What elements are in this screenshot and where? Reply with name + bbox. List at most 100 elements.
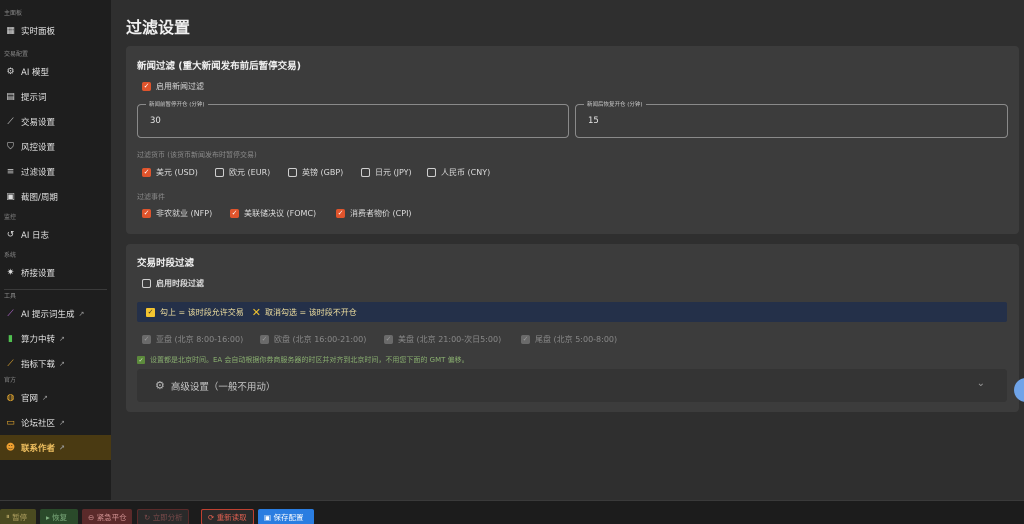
reload-icon: ⟳	[208, 512, 215, 522]
image-icon: ▣	[6, 191, 15, 202]
checkbox-checked-icon: ✓	[142, 82, 151, 91]
checkbox-disabled-icon: ✓	[260, 335, 269, 344]
event-checkbox-nfp[interactable]: ✓ 非农就业 (NFP)	[142, 208, 230, 219]
sidebar: 主面板 ▦ 实时面板 交易配置 ⚙ AI 模型 ▤ 提示词 ⟋ 交易设置 ⛉ 风控设置 ≡…	[0, 0, 111, 500]
check-icon: ✓	[137, 356, 145, 364]
checkbox-unchecked-icon	[361, 168, 370, 177]
document-icon: ▤	[6, 91, 15, 102]
checkbox-disabled-icon: ✓	[142, 335, 151, 344]
sidebar-item-indicator-download[interactable]: ⟋ 指标下载 ↗	[0, 351, 111, 376]
checkbox-unchecked-icon	[215, 168, 224, 177]
bottom-action-bar: ⏸ 暂停 ▸ 恢复 ⊖ 紧急平仓 ↻ 立即分析 ⟳ 重新读取 ▣ 保存配置	[0, 500, 1024, 524]
session-checkbox-asia[interactable]: ✓ 亚盘 (北京 8:00-16:00)	[142, 334, 260, 345]
external-link-icon: ↗	[42, 393, 48, 402]
analyze-now-button[interactable]: ↻ 立即分析	[137, 509, 189, 524]
session-checkbox-late[interactable]: ✓ 尾盘 (北京 5:00-8:00)	[521, 334, 617, 345]
globe-icon: ◍	[6, 392, 15, 403]
history-icon: ↺	[6, 229, 15, 240]
session-filter-card: 交易时段过滤 启用时段过滤 ✓ 勾上 = 该时段允许交易 ✕ 取消勾选 = 该时…	[126, 244, 1019, 412]
currency-checkbox-jpy[interactable]: 日元 (JPY)	[361, 167, 427, 178]
sidebar-item-dashboard[interactable]: ▦ 实时面板	[0, 18, 111, 43]
sidebar-item-contact-author[interactable]: ☻ 联系作者 ↗	[0, 435, 111, 460]
news-filter-enable-checkbox[interactable]: ✓ 启用新闻过滤	[142, 81, 204, 92]
sidebar-item-ai-log[interactable]: ↺ AI 日志	[0, 222, 111, 247]
sidebar-item-ai-model[interactable]: ⚙ AI 模型	[0, 59, 111, 84]
section-monitor: 监控	[4, 214, 17, 221]
dashboard-icon: ▦	[6, 25, 15, 36]
session-checkbox-us[interactable]: ✓ 美盘 (北京 21:00-次日5:00)	[384, 334, 521, 345]
external-link-icon: ↗	[78, 309, 85, 318]
event-checkbox-fomc[interactable]: ✓ 美联储决议 (FOMC)	[230, 208, 336, 219]
news-before-minutes-field[interactable]: 新闻前暂停开仓 (分钟) 30	[137, 100, 569, 138]
session-checkbox-europe[interactable]: ✓ 欧盘 (北京 16:00-21:00)	[260, 334, 384, 345]
gear-icon: ✷	[6, 267, 15, 278]
currency-checkbox-gbp[interactable]: 英镑 (GBP)	[288, 167, 361, 178]
external-link-icon: ↗	[59, 334, 65, 343]
section-official: 官方	[4, 377, 17, 384]
event-checkbox-cpi[interactable]: ✓ 消费者物价 (CPI)	[336, 208, 412, 219]
refresh-data-button[interactable]: ⟳ 重新读取	[201, 509, 254, 524]
checkbox-checked-icon: ✓	[336, 209, 345, 218]
event-checkbox-row: ✓ 非农就业 (NFP) ✓ 美联储决议 (FOMC) ✓ 消费者物价 (CPI)	[142, 208, 412, 219]
trend-icon: ⟋	[7, 358, 14, 369]
sidebar-item-filter-settings[interactable]: ≡ 过滤设置	[0, 159, 111, 184]
sidebar-item-prompt[interactable]: ▤ 提示词	[0, 84, 111, 109]
sidebar-item-risk-settings[interactable]: ⛉ 风控设置	[0, 134, 111, 159]
section-main: 主面板	[4, 10, 23, 17]
currency-checkbox-cny[interactable]: 人民币 (CNY)	[427, 167, 490, 178]
close-icon: ✕	[251, 305, 262, 319]
pause-button[interactable]: ⏸ 暂停	[0, 509, 36, 524]
sidebar-item-website[interactable]: ◍ 官网 ↗	[0, 385, 111, 410]
user-icon: ☻	[5, 442, 16, 453]
section-system: 系统	[4, 252, 17, 259]
session-filter-enable-checkbox[interactable]: 启用时段过滤	[142, 278, 204, 289]
magic-wand-icon: ⟋	[7, 308, 14, 319]
external-link-icon: ↗	[59, 443, 65, 452]
sidebar-item-forum[interactable]: ▭ 论坛社区 ↗	[0, 410, 111, 435]
news-filter-card: 新闻过滤 (重大新闻发布前后暂停交易) ✓ 启用新闻过滤 新闻前暂停开仓 (分钟)…	[126, 46, 1019, 234]
checkbox-checked-icon: ✓	[142, 209, 151, 218]
external-link-icon: ↗	[59, 418, 65, 427]
chart-bar-icon: ▮	[8, 333, 13, 344]
sidebar-item-screenshot[interactable]: ▣ 截图/周期	[0, 184, 111, 209]
session-info-bar: ✓ 勾上 = 该时段允许交易 ✕ 取消勾选 = 该时段不开仓	[137, 302, 1007, 322]
save-config-button[interactable]: ▣ 保存配置	[258, 509, 314, 524]
save-icon: ▣	[264, 512, 272, 522]
news-after-minutes-field[interactable]: 新闻后恢复开仓 (分钟) 15	[575, 100, 1008, 138]
currency-checkbox-row: ✓ 美元 (USD) 欧元 (EUR) 英镑 (GBP) 日元 (JPY) 人民币…	[142, 167, 490, 178]
shield-icon: ⛉	[7, 141, 14, 152]
main-content: 过滤设置 新闻过滤 (重大新闻发布前后暂停交易) ✓ 启用新闻过滤 新闻前暂停开仓…	[111, 0, 1024, 500]
sidebar-item-compute-relay[interactable]: ▮ 算力中转 ↗	[0, 326, 111, 351]
checkbox-unchecked-icon	[288, 168, 297, 177]
sidebar-item-bridge-settings[interactable]: ✷ 桥接设置	[0, 260, 111, 285]
chevron-down-icon: ⌄	[976, 378, 985, 389]
emergency-close-button[interactable]: ⊖ 紧急平仓	[82, 509, 132, 524]
section-tools: 工具	[4, 293, 17, 300]
session-filter-title: 交易时段过滤	[137, 258, 195, 269]
stop-icon: ⊖	[88, 512, 95, 522]
play-icon: ▸	[46, 512, 50, 522]
sidebar-item-trade-settings[interactable]: ⟋ 交易设置	[0, 109, 111, 134]
currency-checkbox-eur[interactable]: 欧元 (EUR)	[215, 167, 288, 178]
news-filter-title: 新闻过滤 (重大新闻发布前后暂停交易)	[137, 61, 301, 72]
filter-icon: ≡	[6, 166, 15, 177]
resume-button[interactable]: ▸ 恢复	[40, 509, 78, 524]
section-trade-config: 交易配置	[4, 51, 29, 58]
checkbox-unchecked-icon	[142, 279, 151, 288]
sidebar-divider	[4, 289, 107, 290]
external-link-icon: ↗	[59, 359, 65, 368]
checkbox-disabled-icon: ✓	[384, 335, 393, 344]
session-checkbox-row: ✓ 亚盘 (北京 8:00-16:00) ✓ 欧盘 (北京 16:00-21:00)…	[142, 334, 617, 345]
refresh-icon: ↻	[144, 512, 151, 522]
checkbox-disabled-icon: ✓	[521, 335, 530, 344]
sidebar-item-ai-prompt-gen[interactable]: ⟋ AI 提示词生成 ↗	[0, 301, 111, 326]
check-icon: ✓	[146, 307, 155, 317]
timezone-note: ✓ 设置都是北京时间。EA 会自动根据你券商服务器的时区并对齐到北京时间，不用您…	[137, 356, 469, 364]
pause-icon: ⏸	[6, 512, 10, 521]
robot-icon: ⚙	[6, 66, 15, 77]
currencies-label: 过滤货币 (该货币新闻发布时暂停交易)	[137, 151, 257, 159]
checkbox-unchecked-icon	[427, 168, 436, 177]
advanced-settings-toggle[interactable]: ⚙ 高级设置（一般不用动） ⌄	[137, 369, 1007, 402]
currency-checkbox-usd[interactable]: ✓ 美元 (USD)	[142, 167, 215, 178]
page-title: 过滤设置	[126, 18, 191, 37]
